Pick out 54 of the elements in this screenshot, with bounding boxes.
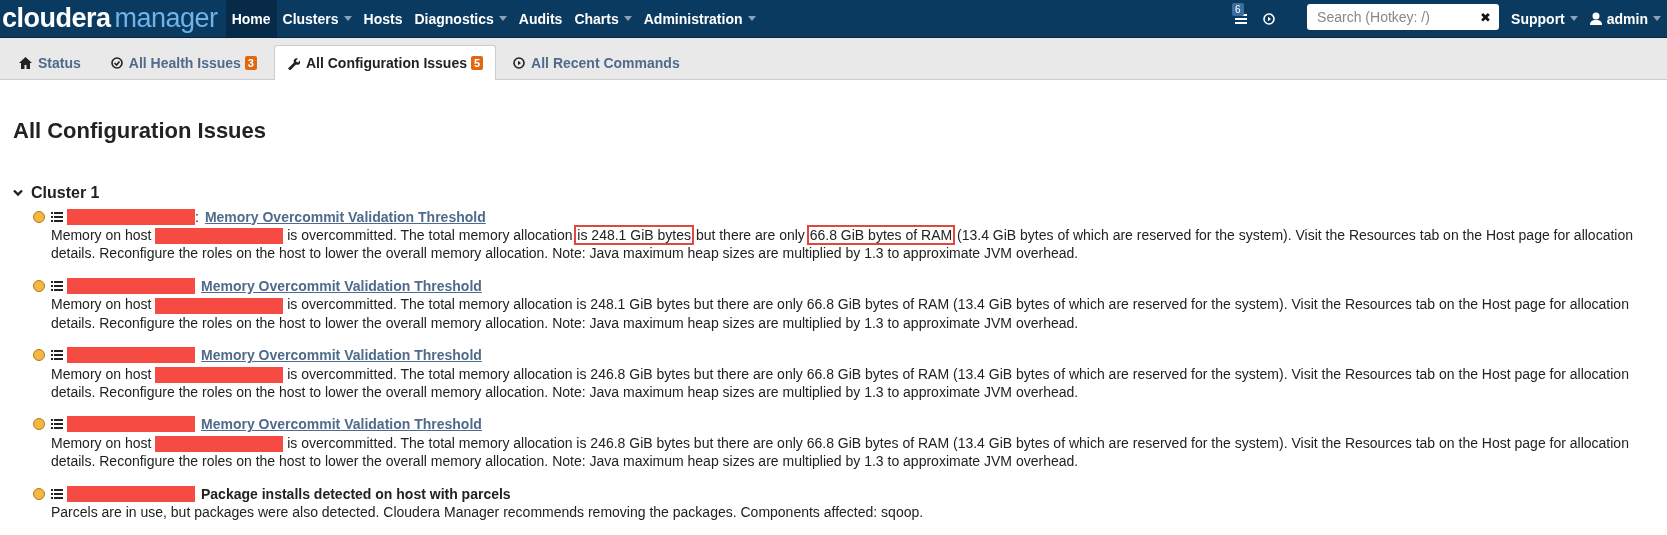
cluster-name: Cluster 1 <box>31 184 100 202</box>
nav-item[interactable]: Clusters <box>276 0 358 37</box>
issue-link[interactable]: Memory Overcommit Validation Threshold <box>201 347 482 364</box>
play-circle-icon <box>1263 12 1276 25</box>
warning-dot <box>33 487 45 500</box>
nav-item[interactable]: Home <box>225 0 277 37</box>
tab[interactable]: All Configuration Issues 5 <box>273 45 497 80</box>
list-icon <box>51 419 63 430</box>
warning-dot <box>33 279 45 292</box>
notification-count: 6 <box>1232 3 1244 16</box>
caret-icon <box>1569 16 1578 21</box>
search-field[interactable]: Search (Hotkey: /) ✖ <box>1307 4 1500 30</box>
issue-description: Parcels are in use, but packages were also detected. Cloudera Manager recommends removing the packages. Components affected: sqoop. <box>50 503 925 522</box>
notifications-button[interactable]: 6 <box>1227 0 1256 37</box>
home-icon <box>19 57 32 69</box>
issue-description: Memory on host is overcommitted. The total memory allocation is 246.8 GiB bytes but there are only 66.8 GiB bytes of RAM (13.4 GiB bytes of which are reserved for the system). Visit the Resources tab on the Host page for allocation details. Reconfigure the roles on the host to lower the overall memory allocation. Note: Java maximum heap sizes are multiplied by 1.3 to approximate JVM overhead. <box>50 433 1630 471</box>
annotation-box: is 248.1 GiB bytes <box>576 227 692 243</box>
warning-dot <box>33 349 45 362</box>
issue-title: Package installs detected on host with parcels <box>201 485 511 502</box>
warning-dot <box>33 418 45 431</box>
nav-item[interactable]: Diagnostics <box>408 0 513 37</box>
list-icon <box>51 211 63 222</box>
issue-description: Memory on host is overcommitted. The total memory allocation is 246.8 GiB bytes but there are only 66.8 GiB bytes of RAM (13.4 GiB bytes of which are reserved for the system). Visit the Resources tab on the Host page for allocation details. Reconfigure the roles on the host to lower the overall memory allocation. Note: Java maximum heap sizes are multiplied by 1.3 to approximate JVM overhead. <box>50 364 1630 401</box>
list-icon <box>51 488 63 499</box>
nav-item[interactable]: Audits <box>512 0 569 37</box>
issue-description: Memory on host is overcommitted. The total memory allocation is 248.1 GiB bytes but there are only 66.8 GiB bytes of RAM (13.4 GiB bytes of which are reserved for the system). Visit the Resources tab on the Host page for allocation details. Reconfigure the roles on the host to lower the overall memory allocation. Note: Java maximum heap sizes are multiplied by 1.3 to approximate JVM overhead. <box>50 226 1634 263</box>
issue-link[interactable]: Memory Overcommit Validation Threshold <box>201 416 482 433</box>
caret-icon <box>1653 16 1661 21</box>
user-menu[interactable]: admin <box>1583 0 1667 37</box>
list-icon <box>51 280 63 291</box>
annotation-box: 66.8 GiB bytes of RAM <box>808 227 954 243</box>
logo[interactable]: clouderamanager <box>0 0 226 37</box>
count-badge: 3 <box>244 56 257 70</box>
warning-dot <box>33 210 45 223</box>
nav-item[interactable]: Charts <box>568 0 638 37</box>
nav-item[interactable]: Administration <box>637 0 762 37</box>
play-circle-icon <box>513 57 526 69</box>
issue-link[interactable]: Memory Overcommit Validation Threshold <box>204 208 486 225</box>
check-circle-icon <box>110 57 123 69</box>
separator: : <box>195 208 199 225</box>
tab[interactable]: Status <box>6 45 94 80</box>
clear-button[interactable]: ✖ <box>1480 9 1492 25</box>
issue-link[interactable]: Memory Overcommit Validation Threshold <box>201 277 482 294</box>
issue-description: Memory on host is overcommitted. The total memory allocation is 248.1 GiB bytes but there are only 66.8 GiB bytes of RAM (13.4 GiB bytes of which are reserved for the system). Visit the Resources tab on the Host page for allocation details. Reconfigure the roles on the host to lower the overall memory allocation. Note: Java maximum heap sizes are multiplied by 1.3 to approximate JVM overhead. <box>50 295 1630 332</box>
tab[interactable]: All Health Issues 3 <box>97 45 270 80</box>
chevron-icon[interactable] <box>13 189 23 197</box>
wrench-icon <box>286 56 300 70</box>
page-title: All Configuration Issues <box>13 118 268 144</box>
nav-item[interactable]: Hosts <box>357 0 409 37</box>
tab[interactable]: All Recent Commands <box>500 45 693 80</box>
user-icon <box>1589 12 1602 25</box>
support-menu[interactable]: Support <box>1505 0 1584 37</box>
count-badge: 5 <box>471 56 484 70</box>
list-icon <box>51 350 63 361</box>
